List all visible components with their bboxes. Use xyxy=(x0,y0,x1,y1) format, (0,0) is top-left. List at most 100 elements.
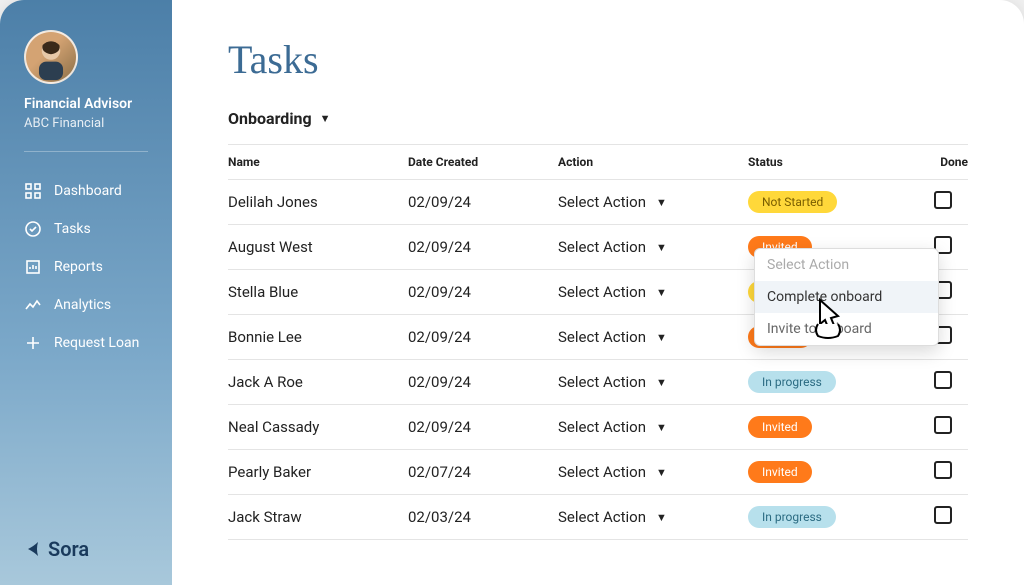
cell-date: 02/09/24 xyxy=(408,373,558,391)
dropdown-item-placeholder[interactable]: Select Action xyxy=(755,249,938,281)
select-action-button[interactable]: Select Action ▼ xyxy=(558,238,667,256)
select-action-label: Select Action xyxy=(558,283,646,301)
sidebar-item-reports[interactable]: Reports xyxy=(24,248,148,286)
sidebar-divider xyxy=(24,151,148,152)
cell-done xyxy=(918,416,968,438)
cell-name: Delilah Jones xyxy=(228,193,408,211)
cell-date: 02/09/24 xyxy=(408,193,558,211)
sidebar-item-analytics[interactable]: Analytics xyxy=(24,286,148,324)
avatar[interactable] xyxy=(24,30,78,84)
plus-icon xyxy=(24,334,42,352)
sidebar-item-label: Reports xyxy=(54,259,103,275)
cell-done xyxy=(918,461,968,483)
cell-status: In progress xyxy=(748,371,918,393)
caret-down-icon: ▼ xyxy=(656,241,667,254)
done-checkbox[interactable] xyxy=(934,506,952,524)
done-checkbox[interactable] xyxy=(934,371,952,389)
brand-logo: Sora xyxy=(24,537,89,561)
app-root: Financial Advisor ABC Financial Dashboar… xyxy=(0,0,1024,585)
status-badge: Not Started xyxy=(748,191,837,213)
cell-status: Not Started xyxy=(748,191,918,213)
dropdown-item-complete-onboard[interactable]: Complete onboard xyxy=(755,281,938,313)
page-title: Tasks xyxy=(228,36,968,83)
reports-icon xyxy=(24,258,42,276)
status-badge: Invited xyxy=(748,461,812,483)
sidebar-item-label: Analytics xyxy=(54,297,111,313)
cell-status: Invited xyxy=(748,416,918,438)
sidebar-item-dashboard[interactable]: Dashboard xyxy=(24,172,148,210)
cell-name: August West xyxy=(228,238,408,256)
brand-icon xyxy=(24,540,42,558)
tasks-icon xyxy=(24,220,42,238)
filter-dropdown[interactable]: Onboarding ▼ xyxy=(228,109,331,128)
sidebar: Financial Advisor ABC Financial Dashboar… xyxy=(0,0,172,585)
caret-down-icon: ▼ xyxy=(656,376,667,389)
sidebar-item-label: Dashboard xyxy=(54,183,122,199)
filter-label: Onboarding xyxy=(228,109,312,128)
select-action-button[interactable]: Select Action▼ xyxy=(558,418,667,436)
cell-name: Jack Straw xyxy=(228,508,408,526)
select-action-label: Select Action xyxy=(558,463,646,481)
select-action-label: Select Action xyxy=(558,328,646,346)
col-action: Action xyxy=(558,155,748,169)
table-row: Neal Cassady02/09/24Select Action▼ Invite… xyxy=(228,405,968,450)
cell-action: Select Action ▼ xyxy=(558,373,748,391)
cell-status: In progress xyxy=(748,506,918,528)
cell-name: Pearly Baker xyxy=(228,463,408,481)
done-checkbox[interactable] xyxy=(934,461,952,479)
cell-date: 02/09/24 xyxy=(408,418,558,436)
select-action-label: Select Action xyxy=(558,193,646,211)
user-role: Financial Advisor xyxy=(24,96,148,112)
sidebar-item-tasks[interactable]: Tasks xyxy=(24,210,148,248)
sidebar-item-label: Request Loan xyxy=(54,335,139,351)
cell-date: 02/09/24 xyxy=(408,283,558,301)
cell-date: 02/09/24 xyxy=(408,328,558,346)
select-action-button[interactable]: Select Action▼ xyxy=(558,508,667,526)
cell-action: Select Action▼ xyxy=(558,328,748,346)
select-action-button[interactable]: Select Action▼ xyxy=(558,328,667,346)
cell-date: 02/03/24 xyxy=(408,508,558,526)
user-org: ABC Financial xyxy=(24,116,148,131)
cell-name: Stella Blue xyxy=(228,283,408,301)
cell-done xyxy=(918,371,968,393)
table-row: Jack Straw02/03/24Select Action▼ In progr… xyxy=(228,495,968,540)
col-date: Date Created xyxy=(408,155,558,169)
caret-down-icon: ▼ xyxy=(320,112,331,125)
done-checkbox[interactable] xyxy=(934,416,952,434)
col-name: Name xyxy=(228,155,408,169)
cell-action: Select Action▼ xyxy=(558,508,748,526)
action-dropdown: Select Action Complete onboard Invite to… xyxy=(754,248,939,346)
caret-down-icon: ▼ xyxy=(656,196,667,209)
select-action-button[interactable]: Select Action▼ xyxy=(558,283,667,301)
dropdown-item-invite-to-onboard[interactable]: Invite to onboard xyxy=(755,313,938,345)
cell-date: 02/09/24 xyxy=(408,238,558,256)
caret-down-icon: ▼ xyxy=(656,466,667,479)
cell-action: Select Action▼ xyxy=(558,418,748,436)
cell-action: Select Action ▼ xyxy=(558,463,748,481)
main-content: Tasks Onboarding ▼ Name Date Created Act… xyxy=(172,0,1024,585)
cell-name: Neal Cassady xyxy=(228,418,408,436)
select-action-label: Select Action xyxy=(558,373,646,391)
cell-name: Bonnie Lee xyxy=(228,328,408,346)
sidebar-item-label: Tasks xyxy=(54,221,91,237)
select-action-button[interactable]: Select Action ▼ xyxy=(558,373,667,391)
dashboard-icon xyxy=(24,182,42,200)
brand-text: Sora xyxy=(48,537,89,561)
cell-action: Select Action▼ xyxy=(558,283,748,301)
analytics-icon xyxy=(24,296,42,314)
table-row: Delilah Jones02/09/24Select Action ▼ Not S… xyxy=(228,180,968,225)
table-row: Pearly Baker02/07/24Select Action▼Invite… xyxy=(228,450,968,495)
col-status: Status xyxy=(748,155,918,169)
cell-done xyxy=(918,506,968,528)
status-badge: In progress xyxy=(748,371,836,393)
select-action-label: Select Action xyxy=(558,238,646,256)
status-badge: In progress xyxy=(748,506,836,528)
select-action-button[interactable]: Select Action ▼ xyxy=(558,463,667,481)
select-action-label: Select Action xyxy=(558,508,646,526)
select-action-button[interactable]: Select Action ▼ xyxy=(558,193,667,211)
select-action-label: Select Action xyxy=(558,418,646,436)
done-checkbox[interactable] xyxy=(934,191,952,209)
cell-name: Jack A Roe xyxy=(228,373,408,391)
cell-status: Invited xyxy=(748,461,918,483)
sidebar-item-request-loan[interactable]: Request Loan xyxy=(24,324,148,362)
